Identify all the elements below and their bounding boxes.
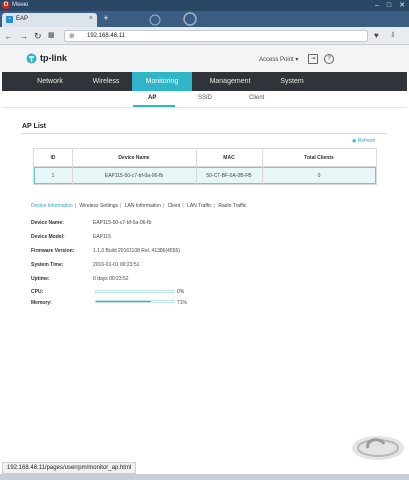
tab-favicon-icon: ▪ — [6, 16, 13, 23]
ap-list-title: AP List — [22, 123, 46, 130]
column-header-id: ID — [50, 155, 56, 161]
speed-dial-icon[interactable]: ▦ — [48, 30, 55, 42]
tab-separator: | — [120, 203, 122, 209]
monitoring-content: AP List ◉ Refresh ID Device Name MAC Tot… — [2, 108, 407, 462]
active-tab-underline — [133, 105, 175, 107]
column-header-mac: MAC — [223, 155, 235, 161]
column-divider — [262, 149, 263, 184]
main-nav-wireless[interactable]: Wireless — [80, 72, 132, 91]
device-name-label: Device Name: — [31, 220, 64, 226]
cell-id: 1 — [51, 173, 55, 179]
column-divider — [72, 149, 73, 184]
browser-menu-button[interactable]: Меню — [12, 1, 28, 10]
system-time-label: System Time: — [31, 262, 64, 268]
section-divider — [22, 133, 386, 134]
forward-icon[interactable]: → — [19, 30, 28, 42]
eap-header: tp-link Access Point ▾ ⇥ ? — [0, 45, 409, 72]
table-header-row: ID Device Name MAC Total Clients — [34, 149, 376, 167]
detail-tab-client[interactable]: Client — [168, 203, 181, 209]
address-bar[interactable]: ⊕ 192.168.48.11 — [64, 30, 368, 42]
sub-nav-client[interactable]: Client — [249, 95, 264, 101]
column-header-total-clients: Total Clients — [304, 155, 334, 161]
globe-icon: ⊕ — [69, 33, 75, 40]
device-model-value: EAP115 — [93, 234, 111, 240]
memory-usage-bar — [95, 300, 174, 303]
maximize-icon[interactable]: □ — [387, 1, 391, 10]
system-time-value: 2016-01-01 00:23:51 — [93, 262, 140, 268]
status-bar-url: 192.168.48.11/pages/userrpm/monitor_ap.h… — [2, 462, 137, 474]
refresh-label: Refresh — [357, 138, 376, 144]
firmware-label: Firmware Version: — [31, 248, 75, 254]
uptime-label: Uptime: — [31, 276, 50, 282]
back-icon[interactable]: ← — [4, 30, 13, 42]
detail-tab-device-information[interactable]: Device Information — [31, 203, 73, 209]
reload-icon[interactable]: ↻ — [34, 30, 42, 42]
site-watermark-logo — [352, 436, 404, 460]
firmware-value: 1.1.0 Build 20161108 Rel. 41386(4555) — [93, 248, 180, 254]
cell-device-name: EAP115-50-c7-bf-0a-06-fb — [104, 173, 164, 179]
detail-tab-lan-traffic[interactable]: LAN Traffic — [187, 203, 212, 209]
column-divider — [196, 149, 197, 184]
window-bottom-edge — [0, 474, 409, 480]
help-icon[interactable]: ? — [324, 54, 334, 64]
minimize-icon[interactable]: – — [375, 1, 379, 10]
column-header-device-name: Device Name — [118, 155, 150, 161]
tab-separator: | — [213, 203, 216, 209]
ap-list-table: ID Device Name MAC Total Clients 1 EAP11… — [33, 148, 377, 185]
refresh-button[interactable]: ◉ Refresh — [352, 138, 375, 144]
main-nav-monitoring[interactable]: Monitoring — [132, 72, 192, 91]
browser-title-bar: O Меню – □ ✕ — [0, 0, 409, 11]
detail-tabs: Device Information | Wireless Settings | L… — [31, 203, 248, 209]
download-icon[interactable]: ⇩ — [390, 30, 396, 42]
tab-separator: | — [74, 203, 76, 209]
heart-icon[interactable]: ♥ — [374, 30, 379, 42]
sub-nav-ap[interactable]: AP — [148, 95, 156, 101]
tab-separator: | — [162, 203, 165, 209]
refresh-icon: ◉ — [352, 138, 357, 144]
logo-text: tp-link — [40, 53, 67, 63]
browser-nav-bar: ← → ↻ ▦ ⊕ 192.168.48.11 ♥ ⇩ — [0, 27, 409, 45]
sub-nav: AP SSID Client — [2, 91, 407, 108]
cpu-usage-bar — [95, 290, 174, 293]
main-nav-management[interactable]: Management — [194, 72, 266, 91]
memory-usage-fill — [96, 301, 151, 302]
device-name-value: EAP115-50-c7-bf-0a-06-fb — [93, 220, 152, 226]
main-nav: Network Wireless Monitoring Management S… — [2, 72, 407, 91]
tab-close-icon[interactable]: × — [89, 15, 93, 22]
browser-tab-eap[interactable]: ▪ EAP × — [2, 13, 97, 27]
tp-link-logo-icon — [26, 53, 37, 64]
window-controls: – □ ✕ — [375, 1, 405, 10]
cell-mac: 50-C7-BF-0A-0B-FB — [206, 173, 252, 179]
uptime-value: 0 days 00:23:52 — [93, 276, 129, 282]
new-tab-button[interactable]: + — [101, 13, 111, 23]
memory-label: Memory: — [31, 300, 52, 306]
main-nav-network[interactable]: Network — [24, 72, 76, 91]
detail-tab-radio-traffic[interactable]: Radio Traffic — [218, 203, 246, 209]
tab-title: EAP — [16, 16, 29, 22]
memory-percent: 71% — [177, 300, 188, 306]
detail-tab-wireless-settings[interactable]: Wireless Settings — [79, 203, 118, 209]
close-window-icon[interactable]: ✕ — [399, 1, 405, 10]
logout-icon[interactable]: ⇥ — [308, 54, 318, 64]
tab-bar-decoration-icon — [149, 12, 197, 26]
cpu-label: CPU: — [31, 289, 44, 295]
opera-logo-icon[interactable]: O — [2, 1, 10, 9]
mode-select[interactable]: Access Point ▾ — [259, 56, 298, 63]
mode-label: Access Point — [259, 57, 294, 63]
tab-separator: | — [182, 203, 184, 209]
cpu-percent: 0% — [177, 289, 185, 295]
device-model-label: Device Model: — [31, 234, 65, 240]
sub-nav-ssid[interactable]: SSID — [198, 95, 212, 101]
cell-total-clients: 0 — [317, 173, 321, 179]
detail-tab-lan-information[interactable]: LAN Information — [125, 203, 161, 209]
table-row[interactable]: 1 EAP115-50-c7-bf-0a-06-fb 50-C7-BF-0A-0… — [34, 167, 376, 184]
address-url[interactable]: 192.168.48.11 — [87, 33, 125, 39]
main-nav-system[interactable]: System — [266, 72, 318, 91]
